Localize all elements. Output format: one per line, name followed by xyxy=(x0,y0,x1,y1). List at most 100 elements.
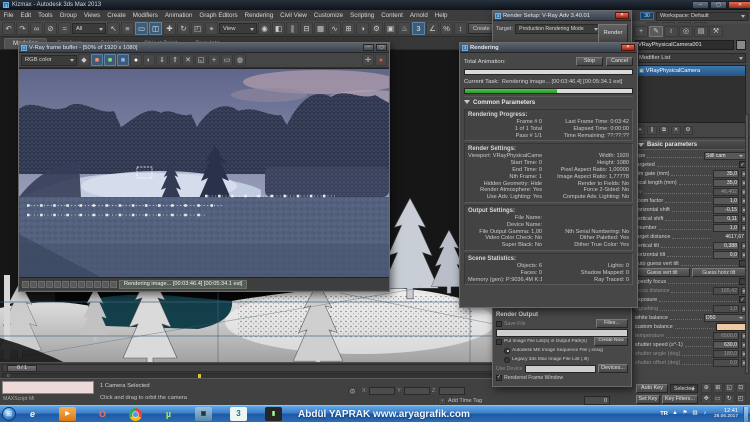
target-dropdown[interactable]: Production Rendering Mode xyxy=(515,24,601,34)
modifier-list-dropdown[interactable]: Modifier List xyxy=(635,53,746,63)
duplicate-buffer-icon[interactable]: ◱ xyxy=(195,54,207,66)
put-image-list-checkbox[interactable] xyxy=(496,339,502,345)
menu-item[interactable]: Rendering xyxy=(241,12,277,19)
vfb-status-icon[interactable] xyxy=(62,281,69,288)
param-shutter-offset[interactable]: shutter offset (deg) 0,0 xyxy=(632,358,749,367)
devices-button[interactable]: Devices... xyxy=(598,364,628,373)
vfb-status-icon[interactable] xyxy=(86,281,93,288)
param-custom-balance[interactable]: custom balance xyxy=(632,322,749,331)
current-frame-field[interactable]: 0 xyxy=(584,396,610,405)
rendering-dialog-close-button[interactable]: ✕ xyxy=(621,44,635,51)
menu-item[interactable]: Create xyxy=(104,12,130,19)
volume-icon[interactable]: ♪ xyxy=(701,410,709,418)
capture-icon[interactable]: ▮ xyxy=(265,407,282,421)
use-center-icon[interactable]: ◉ xyxy=(258,22,271,35)
save-image-icon[interactable]: ⇓ xyxy=(156,54,168,66)
stack-item-vrayphysicalcamera[interactable]: ▣ VRayPhysicalCamera xyxy=(636,66,745,76)
param-specify-focus[interactable]: specify focus xyxy=(632,277,749,286)
key-selection-dropdown[interactable]: Selected xyxy=(670,384,698,393)
percent-snap-icon[interactable]: % xyxy=(440,22,453,35)
vfb-status-icon[interactable] xyxy=(46,281,53,288)
param-horizontal-shift[interactable]: horizontal shift -0,15 xyxy=(632,205,749,214)
rotate-icon[interactable]: ↻ xyxy=(177,22,190,35)
zoom-region-icon[interactable]: ⊡ xyxy=(736,383,747,393)
rendering-dialog-titlebar[interactable]: 3 Rendering ✕ xyxy=(460,43,637,53)
menu-item[interactable]: Arnold xyxy=(406,12,431,19)
imsq-radio[interactable] xyxy=(504,348,510,354)
param-type[interactable]: type Still cam xyxy=(632,151,749,160)
show-end-result-icon[interactable]: ∥ xyxy=(647,126,657,135)
param-white-balance[interactable]: white balance D50 xyxy=(632,313,749,322)
param-targeted[interactable]: targeted ✓ xyxy=(632,160,749,169)
output-path-field[interactable] xyxy=(496,329,628,337)
param-fov[interactable]: fov 46,402 xyxy=(632,187,749,196)
ribbon-toggle-icon[interactable]: ▦ xyxy=(314,22,327,35)
vfb-status-icon[interactable] xyxy=(94,281,101,288)
rendered-frame-icon[interactable]: ▣ xyxy=(384,22,397,35)
panel-scrollbar[interactable] xyxy=(745,114,749,374)
param-vertical-tilt[interactable]: vertical tilt 0,388 xyxy=(632,241,749,250)
mono-channel-icon[interactable]: ◐ xyxy=(143,54,155,66)
menu-item[interactable]: Content xyxy=(378,12,407,19)
blue-channel-icon[interactable]: ■ xyxy=(117,54,129,66)
device-field[interactable] xyxy=(525,365,596,373)
menu-item[interactable]: Modifiers xyxy=(129,12,161,19)
schematic-view-icon[interactable]: ⊞ xyxy=(342,22,355,35)
maximize-button[interactable]: ▢ xyxy=(710,1,727,9)
vfb-status-icon[interactable] xyxy=(78,281,85,288)
time-slider-handle[interactable]: 0 / 1 xyxy=(7,365,37,372)
maximize-viewport-icon[interactable]: ◰ xyxy=(736,394,747,404)
param-auto-guess-vert[interactable]: auto guess vert tilt xyxy=(632,259,749,268)
selection-filter-dropdown[interactable]: All xyxy=(72,23,106,34)
zoom-icon[interactable]: ⊕ xyxy=(701,383,712,393)
clear-image-icon[interactable]: ✕ xyxy=(182,54,194,66)
track-mouse-icon[interactable]: + xyxy=(208,54,220,66)
render-setup-icon[interactable]: ⚙ xyxy=(370,22,383,35)
red-channel-icon[interactable]: ■ xyxy=(91,54,103,66)
follow-mouse-icon[interactable]: ✛ xyxy=(362,54,374,66)
param-horizontal-tilt[interactable]: horizontal tilt 0,0 xyxy=(632,250,749,259)
bind-spacewarp-icon[interactable]: ≈ xyxy=(58,22,71,35)
vfb-status-icon[interactable] xyxy=(22,281,29,288)
language-indicator[interactable]: TR xyxy=(660,411,668,417)
render-setup-close-button[interactable]: ✕ xyxy=(615,12,629,19)
stop-render-icon[interactable]: ● xyxy=(375,54,387,66)
spinner-snap-icon[interactable]: ↕ xyxy=(454,22,467,35)
menu-item[interactable]: Edit xyxy=(17,12,35,19)
mirror-icon[interactable]: ◧ xyxy=(272,22,285,35)
auto-key-button[interactable]: Auto Key xyxy=(636,384,668,393)
param-film-gate[interactable]: film gate (mm) 35,0 xyxy=(632,169,749,178)
photo-viewer-icon[interactable]: ▣ xyxy=(195,407,212,421)
pan-icon[interactable]: ✥ xyxy=(701,394,712,404)
vfb-status-icon[interactable] xyxy=(102,281,109,288)
menu-item[interactable]: Views xyxy=(80,12,103,19)
utilities-tab-icon[interactable]: ⚒ xyxy=(709,26,723,37)
green-channel-icon[interactable]: ■ xyxy=(104,54,116,66)
scale-icon[interactable]: ◰ xyxy=(191,22,204,35)
param-shutter-angle[interactable]: shutter angle (deg) 180,0 xyxy=(632,349,749,358)
param-focus-distance[interactable]: focus distance 165,42 xyxy=(632,286,749,295)
z-coordinate-field[interactable] xyxy=(439,387,465,395)
param-target-distance[interactable]: target distance 4617,67 xyxy=(632,232,749,241)
param-exposure[interactable]: exposure ✓ xyxy=(632,295,749,304)
material-editor-icon[interactable]: ◑ xyxy=(356,22,369,35)
stop-button[interactable]: Stop xyxy=(576,57,603,66)
guess-tilt-buttons[interactable]: Guess vert tilt Guess horiz tilt xyxy=(632,268,749,277)
render-production-icon[interactable]: ♨ xyxy=(398,22,411,35)
minimize-button[interactable]: – xyxy=(692,1,709,9)
key-filters-button[interactable]: Key Filters... xyxy=(662,395,698,404)
notification-badge[interactable]: 30 xyxy=(640,12,654,20)
motion-tab-icon[interactable]: ◎ xyxy=(679,26,693,37)
x-coordinate-field[interactable] xyxy=(369,387,395,395)
undo-icon[interactable]: ↶ xyxy=(2,22,15,35)
add-time-tag-label[interactable]: Add Time Tag xyxy=(448,398,482,404)
utorrent-icon[interactable]: µ xyxy=(160,407,177,421)
redo-icon[interactable]: ↷ xyxy=(16,22,29,35)
object-name-field[interactable]: VRayPhysicalCamera001 xyxy=(635,40,734,50)
render-setup-titlebar[interactable]: 3 Render Setup: V-Ray Adv 3.40.01 ✕ xyxy=(493,11,631,21)
selection-lock-icon[interactable]: ⊙ xyxy=(348,387,357,396)
alpha-channel-icon[interactable]: ● xyxy=(130,54,142,66)
menu-item[interactable]: Scripting xyxy=(347,12,378,19)
align-icon[interactable]: ∥ xyxy=(286,22,299,35)
menu-item[interactable]: Animation xyxy=(161,12,196,19)
